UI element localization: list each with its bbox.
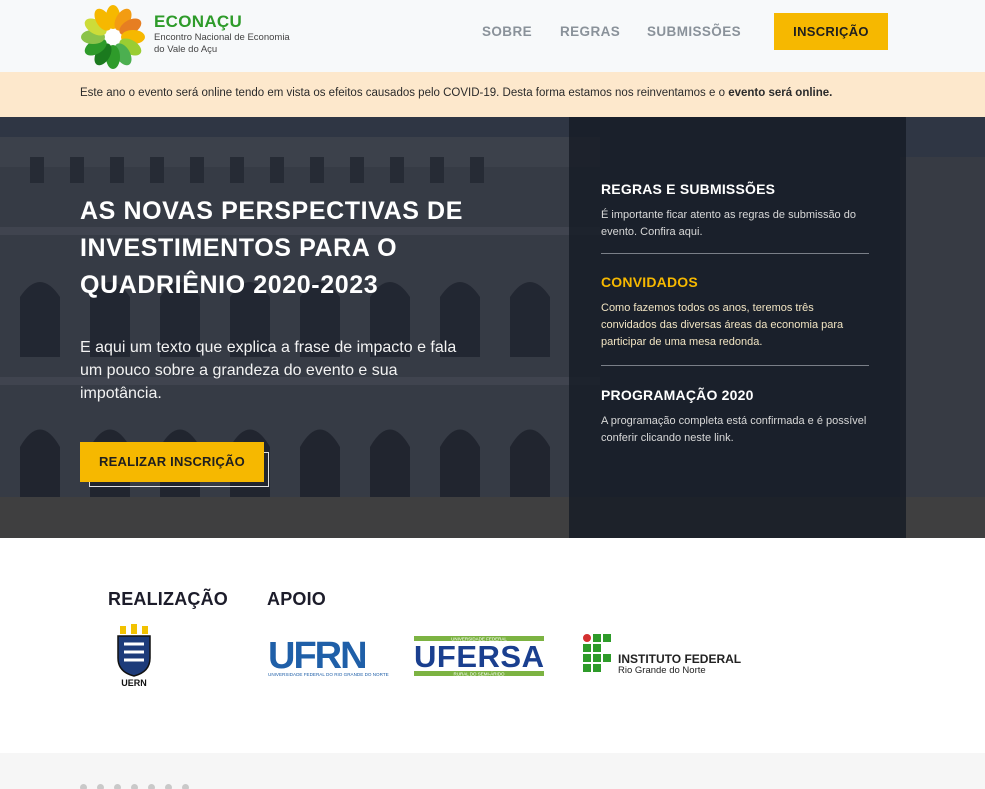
ufersa-label: UFERSA [414,639,544,674]
hero-description: E aqui um texto que explica a frase de i… [80,339,457,402]
uern-label: UERN [121,678,147,688]
ufersa-logo-icon[interactable]: UNIVERSIDADE FEDERAL UFERSA RURAL DO SEM… [414,633,546,679]
ufersa-bottom-text: RURAL DO SEMI-ÁRIDO [453,671,505,677]
nav-sobre[interactable]: SOBRE [482,24,532,39]
realizacao-heading: REALIZAÇÃO [108,589,228,609]
site-header: ECONAÇU Encontro Nacional de Economia do… [0,0,985,72]
panel-regras[interactable]: REGRAS E SUBMISSÕES É importante ficar a… [601,181,869,241]
panel-text-convidados[interactable]: Como fazemos todos os anos, teremos três… [601,300,869,351]
nav-regras[interactable]: REGRAS [560,24,620,39]
panel-heading-convidados[interactable]: CONVIDADOS [601,274,869,290]
brand-subtitle: Encontro Nacional de Economia do Vale do… [154,32,290,55]
dot [148,784,155,789]
apoio-heading: APOIO [267,589,327,609]
panel-convidados[interactable]: CONVIDADOS Como fazemos todos os anos, t… [601,274,869,351]
brand-name[interactable]: ECONAÇU [154,12,242,32]
panel-heading-regras[interactable]: REGRAS E SUBMISSÕES [601,181,869,197]
hero-section: AS NOVAS PERSPECTIVAS DE INVESTIMENTOS P… [0,117,985,538]
econacu-logo-icon[interactable] [80,4,146,70]
notice-message: Este ano o evento será online tendo em v… [80,87,729,99]
ufrn-label: UFRN [268,636,366,677]
panel-programacao[interactable]: PROGRAMAÇÃO 2020 A programação completa … [601,387,869,447]
dot [114,784,121,789]
panel-text-regras[interactable]: É importante ficar atento as regras de s… [601,207,869,241]
dot [165,784,172,789]
info-side-panel: REGRAS E SUBMISSÕES É importante ficar a… [569,117,906,538]
hero-title: AS NOVAS PERSPECTIVAS DE INVESTIMENTOS P… [80,197,463,299]
ifrn-sublabel: Rio Grande do Norte [618,665,706,676]
ifrn-logo-icon[interactable]: INSTITUTO FEDERAL Rio Grande do Norte [582,632,742,676]
inscricao-button[interactable]: INSCRIÇÃO [774,13,888,50]
dot [97,784,104,789]
panel-divider [601,365,869,366]
nav-submissoes[interactable]: SUBMISSÕES [647,24,741,39]
footer-dots [80,784,189,789]
dot [131,784,138,789]
ifrn-label: INSTITUTO FEDERAL [618,652,741,666]
panel-text-programacao[interactable]: A programação completa está confirmada e… [601,413,869,447]
uern-logo-icon[interactable]: UERN [112,624,156,688]
covid-notice-bar: Este ano o evento será online tendo em v… [0,72,985,117]
panel-divider [601,253,869,254]
ufrn-logo-icon[interactable]: UFRN UNIVERSIDADE FEDERAL DO RIO GRANDE … [268,636,390,678]
dot [80,784,87,789]
ufrn-caption: UNIVERSIDADE FEDERAL DO RIO GRANDE DO NO… [268,672,389,677]
panel-heading-programacao[interactable]: PROGRAMAÇÃO 2020 [601,387,869,403]
dot [182,784,189,789]
notice-text: Este ano o evento será online tendo em v… [80,87,832,99]
realizar-inscricao-button[interactable]: REALIZAR INSCRIÇÃO [80,442,264,482]
notice-bold: evento será online. [728,87,833,99]
